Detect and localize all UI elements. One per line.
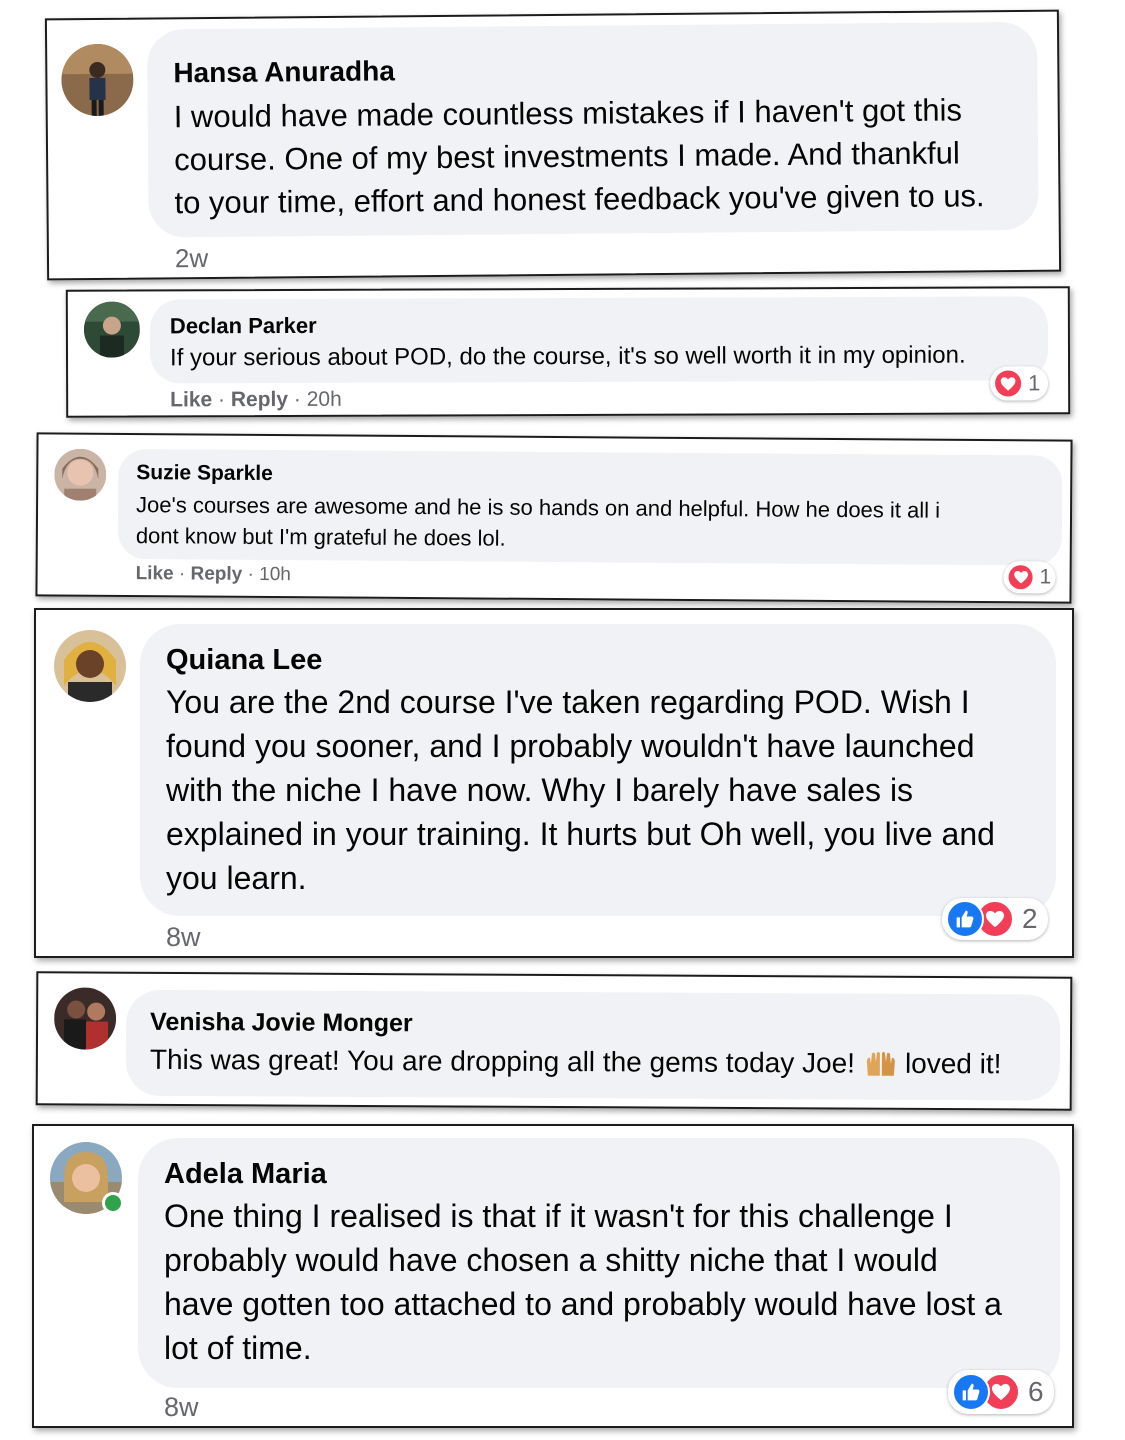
like-reaction-icon <box>952 1373 990 1411</box>
comment-card: Declan Parker If your serious about POD,… <box>65 286 1071 418</box>
avatar[interactable] <box>83 301 141 358</box>
reaction-summary[interactable]: 6 <box>948 1370 1054 1414</box>
comment-timestamp[interactable]: 8w <box>164 1392 199 1423</box>
reaction-summary[interactable]: 1 <box>1003 561 1056 594</box>
avatar[interactable] <box>53 987 117 1050</box>
reaction-count: 1 <box>1028 370 1041 396</box>
comment-text: This was great! You are dropping all the… <box>150 1042 1002 1082</box>
reaction-count: 2 <box>1022 903 1038 934</box>
comment-timestamp[interactable]: 10h <box>259 564 291 585</box>
comment-text: One thing I realised is that if it wasn'… <box>164 1198 1002 1366</box>
separator: · <box>293 387 307 411</box>
like-link[interactable]: Like <box>136 563 174 584</box>
comment-card: Suzie Sparkle Joe's courses are awesome … <box>35 432 1073 604</box>
comment-card: Adela Maria One thing I realised is that… <box>32 1124 1074 1428</box>
reaction-count: 1 <box>1039 565 1052 589</box>
like-reaction-icon <box>946 900 984 938</box>
comment-author[interactable]: Adela Maria <box>164 1158 327 1191</box>
comment-author[interactable]: Hansa Anuradha <box>173 55 395 89</box>
comment-actions: Like · Reply · 10h <box>136 563 291 586</box>
comment-card: Quiana Lee You are the 2nd course I've t… <box>34 608 1074 958</box>
reaction-summary[interactable]: 2 <box>942 898 1048 940</box>
separator: · <box>217 388 231 412</box>
comment-text: I would have made countless mistakes if … <box>173 92 985 221</box>
like-link[interactable]: Like <box>170 388 212 411</box>
comment-card: Venisha Jovie Monger This was great! You… <box>35 971 1073 1111</box>
comment-card: Hansa Anuradha I would have made countle… <box>44 9 1062 281</box>
comment-text: Joe's courses are awesome and he is so h… <box>135 492 941 551</box>
comment-text: If your serious about POD, do the course… <box>169 341 966 372</box>
comment-timestamp[interactable]: 2w <box>175 243 209 274</box>
heart-reaction-icon <box>1006 563 1035 592</box>
reaction-summary[interactable]: 1 <box>990 366 1049 401</box>
comment-author[interactable]: Venisha Jovie Monger <box>150 1008 413 1038</box>
separator: · <box>247 563 260 585</box>
comment-timestamp[interactable]: 8w <box>166 922 201 953</box>
heart-reaction-icon <box>993 368 1024 399</box>
separator: · <box>178 563 191 585</box>
comment-text-part: This was great! You are dropping all the… <box>149 1043 856 1079</box>
reply-link[interactable]: Reply <box>190 563 242 584</box>
online-status-icon <box>102 1192 124 1214</box>
comment-actions: Like · Reply · 20h <box>170 388 342 413</box>
reaction-count: 6 <box>1028 1376 1044 1407</box>
comment-author[interactable]: Quiana Lee <box>166 644 322 677</box>
avatar[interactable] <box>61 43 134 117</box>
raising-hands-emoji-icon <box>865 1050 897 1078</box>
reply-link[interactable]: Reply <box>231 388 288 411</box>
avatar[interactable] <box>54 630 126 702</box>
comment-text: You are the 2nd course I've taken regard… <box>166 684 995 896</box>
comment-timestamp[interactable]: 20h <box>307 388 342 411</box>
comment-author[interactable]: Suzie Sparkle <box>136 461 273 486</box>
avatar[interactable] <box>54 448 107 501</box>
comment-text-part: loved it! <box>904 1047 1002 1080</box>
comment-author[interactable]: Declan Parker <box>170 313 317 340</box>
